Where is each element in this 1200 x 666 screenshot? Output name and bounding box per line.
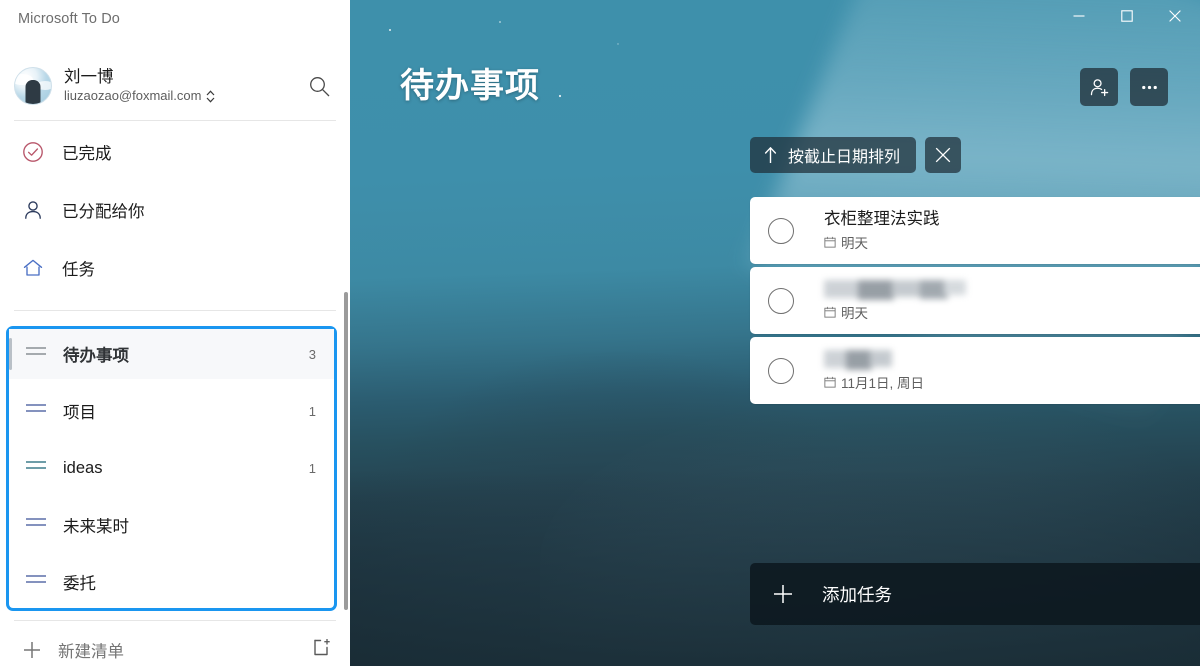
- sidebar-item-label: 已分配给你: [62, 203, 145, 221]
- header-buttons: [1080, 68, 1168, 106]
- list-icon: [25, 344, 49, 365]
- divider-middle: [14, 310, 336, 311]
- new-list-group-button[interactable]: [312, 638, 332, 663]
- sidebar-item-count: 1: [308, 460, 316, 476]
- task-body: 明天: [824, 279, 1200, 322]
- task-body: 11月1日, 周日: [824, 349, 1200, 392]
- account-email: liuzaozao@foxmail.com: [64, 88, 202, 104]
- sidebar-item-todo[interactable]: 待办事项 3: [9, 329, 334, 379]
- person-icon: [22, 199, 48, 221]
- avatar: [14, 67, 52, 105]
- check-circle-icon: [22, 141, 48, 163]
- minimize-icon: [1073, 15, 1085, 17]
- custom-lists-group: 待办事项 3 项目 1 ideas 1 未来某时 委托: [6, 326, 337, 611]
- plus-icon: [774, 585, 792, 603]
- list-icon: [25, 401, 49, 422]
- todo-app-window: Microsoft To Do 刘一博 liuzaozao@foxmail.co…: [0, 0, 1200, 666]
- sidebar: Microsoft To Do 刘一博 liuzaozao@foxmail.co…: [0, 0, 350, 666]
- redacted-task-title: [824, 349, 1200, 370]
- plus-icon: [24, 642, 40, 658]
- new-list-label: 新建清单: [58, 643, 124, 661]
- sidebar-item-assigned-to-you[interactable]: 已分配给你: [0, 184, 350, 236]
- task-date-row: 明天: [824, 302, 1200, 322]
- circle-unchecked-icon[interactable]: [768, 357, 794, 384]
- share-list-button[interactable]: [1080, 68, 1118, 106]
- window-controls: [1055, 0, 1200, 32]
- divider-bottom: [14, 620, 336, 621]
- new-list-button[interactable]: 新建清单: [0, 628, 350, 666]
- task-list: 衣柜整理法实践 明天 明天 11月1日, 周日: [750, 197, 1200, 407]
- table-row[interactable]: 11月1日, 周日: [750, 337, 1200, 404]
- sidebar-item-project[interactable]: 项目 1: [9, 386, 334, 436]
- task-date-row: 11月1日, 周日: [824, 372, 1200, 392]
- home-icon: [22, 257, 48, 279]
- sort-chip-label: 按截止日期排列: [788, 149, 901, 166]
- divider-top: [14, 120, 336, 121]
- sidebar-item-count: 1: [308, 403, 316, 419]
- list-options-button[interactable]: [1130, 68, 1168, 106]
- sidebar-item-label: 未来某时: [63, 518, 129, 536]
- account-row[interactable]: 刘一博 liuzaozao@foxmail.com: [0, 55, 350, 117]
- maximize-icon: [1121, 10, 1133, 22]
- chevron-up-down-icon: [207, 90, 215, 103]
- circle-unchecked-icon[interactable]: [768, 217, 794, 244]
- close-button[interactable]: [1151, 0, 1199, 32]
- main-panel: 待办事项 按截止日期排列 衣柜整理法实践 明天 明天 11月1日, 周日 添加任…: [350, 0, 1200, 666]
- sidebar-item-delegate[interactable]: 委托: [9, 557, 334, 607]
- sidebar-scrollbar[interactable]: [344, 292, 348, 610]
- account-email-row[interactable]: liuzaozao@foxmail.com: [64, 88, 215, 104]
- table-row[interactable]: 明天: [750, 267, 1200, 334]
- task-date: 明天: [841, 235, 868, 251]
- close-icon: [935, 147, 951, 163]
- task-body: 衣柜整理法实践 明天: [824, 209, 1200, 252]
- sort-chip[interactable]: 按截止日期排列: [750, 137, 917, 173]
- sidebar-item-label: ideas: [63, 458, 103, 477]
- minimize-button[interactable]: [1055, 0, 1103, 32]
- task-date: 明天: [841, 305, 868, 321]
- sidebar-item-completed[interactable]: 已完成: [0, 126, 350, 178]
- search-icon: [309, 76, 329, 96]
- app-title: Microsoft To Do: [18, 11, 120, 27]
- sidebar-item-label: 已完成: [62, 145, 112, 163]
- sidebar-item-label: 委托: [63, 575, 96, 593]
- sidebar-item-label: 待办事项: [63, 347, 129, 365]
- more-horizontal-icon: [1141, 85, 1157, 89]
- sidebar-item-count: 3: [308, 346, 316, 362]
- sidebar-item-someday[interactable]: 未来某时: [9, 500, 334, 550]
- sidebar-item-label: 项目: [63, 404, 96, 422]
- add-task-button[interactable]: 添加任务: [750, 563, 1200, 625]
- calendar-icon: [824, 236, 836, 248]
- list-icon: [25, 515, 49, 536]
- calendar-icon: [824, 306, 836, 318]
- sidebar-item-label: 任务: [62, 261, 95, 279]
- task-title: [824, 279, 1200, 300]
- task-date-row: 明天: [824, 232, 1200, 252]
- account-text: 刘一博 liuzaozao@foxmail.com: [64, 68, 215, 104]
- sidebar-item-tasks[interactable]: 任务: [0, 242, 350, 294]
- account-name: 刘一博: [64, 68, 114, 87]
- sort-row: 按截止日期排列: [750, 137, 962, 173]
- table-row[interactable]: 衣柜整理法实践 明天: [750, 197, 1200, 264]
- new-list-group-icon: [314, 639, 330, 656]
- close-icon: [1169, 10, 1181, 22]
- task-title: 衣柜整理法实践: [824, 210, 940, 229]
- task-date: 11月1日, 周日: [841, 375, 925, 391]
- calendar-icon: [824, 376, 836, 388]
- maximize-button[interactable]: [1103, 0, 1151, 32]
- list-icon: [25, 572, 49, 593]
- search-button[interactable]: [302, 69, 336, 103]
- arrow-up-icon: [764, 147, 777, 163]
- clear-sort-button[interactable]: [925, 137, 962, 173]
- task-title: [824, 349, 1200, 370]
- redacted-task-title: [824, 279, 1200, 300]
- circle-unchecked-icon[interactable]: [768, 287, 794, 314]
- list-icon: [25, 458, 49, 479]
- page-title: 待办事项: [400, 67, 540, 105]
- sidebar-item-ideas[interactable]: ideas 1: [9, 443, 334, 493]
- add-task-label: 添加任务: [822, 584, 892, 605]
- person-add-icon: [1090, 78, 1108, 96]
